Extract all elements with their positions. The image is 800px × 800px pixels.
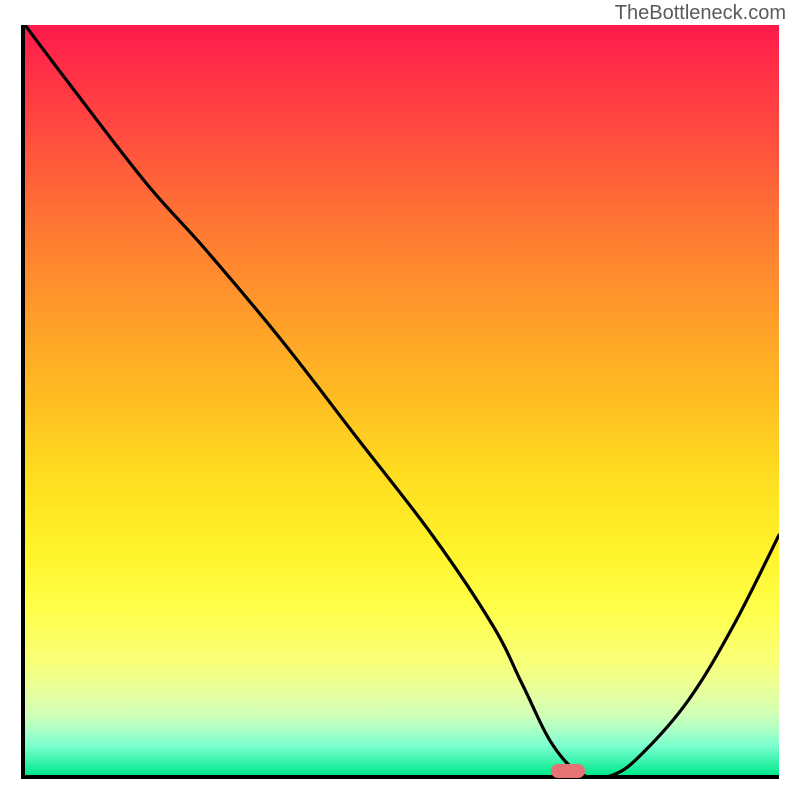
bottleneck-curve-path [25, 25, 779, 775]
optimal-point-marker [551, 764, 585, 778]
chart-plot-area [21, 25, 779, 779]
watermark-text: TheBottleneck.com [615, 2, 786, 25]
chart-line-svg [25, 25, 779, 775]
